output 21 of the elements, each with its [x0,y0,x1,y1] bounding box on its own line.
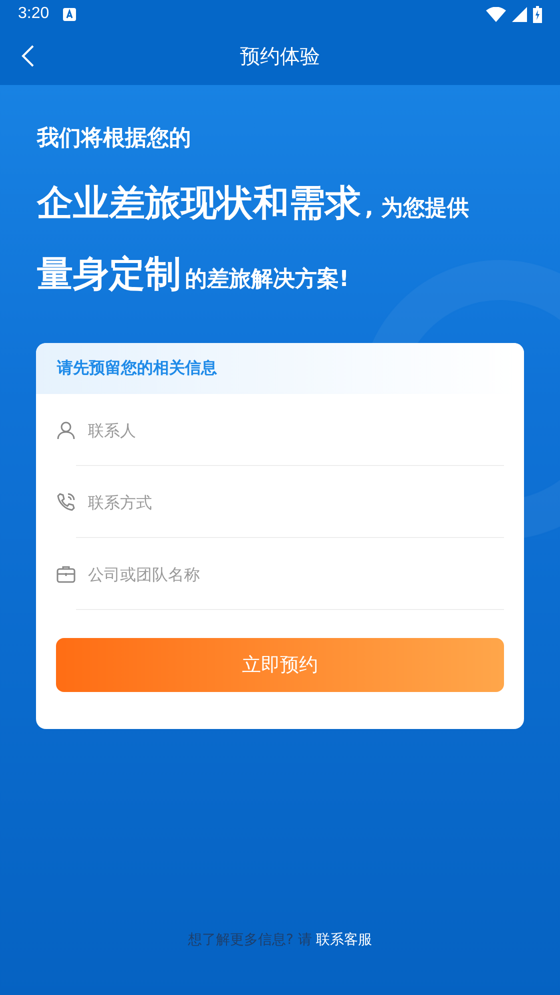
person-icon [56,420,76,440]
banner-text: 我们将根据您的 [37,125,192,153]
input-field[interactable]: 联系方式 [88,487,504,517]
phone-icon [56,492,76,512]
footer-text: 想了解更多信息? 请 [188,931,312,949]
contact-link[interactable]: 联系客服 [316,931,372,949]
banner-text: , 为您提供 [365,195,470,223]
input-field[interactable]: 公司或团队名称 [88,559,504,589]
signal-icon [512,6,527,22]
banner-headline: 量身定制 [37,253,181,297]
form-title: 请先预留您的相关信息 [57,358,217,379]
notification-icon [63,8,76,20]
back-icon [21,44,35,68]
briefcase-icon [56,564,76,584]
banner-text: 的差旅解决方案! [185,266,350,294]
input-field[interactable]: 联系人 [88,415,504,445]
wifi-icon [486,6,506,22]
status-time: 3:20 [18,5,50,23]
page-title: 预约体验 [240,43,320,70]
banner-headline: 企业差旅现状和需求 [37,182,361,226]
battery-icon [533,6,542,22]
